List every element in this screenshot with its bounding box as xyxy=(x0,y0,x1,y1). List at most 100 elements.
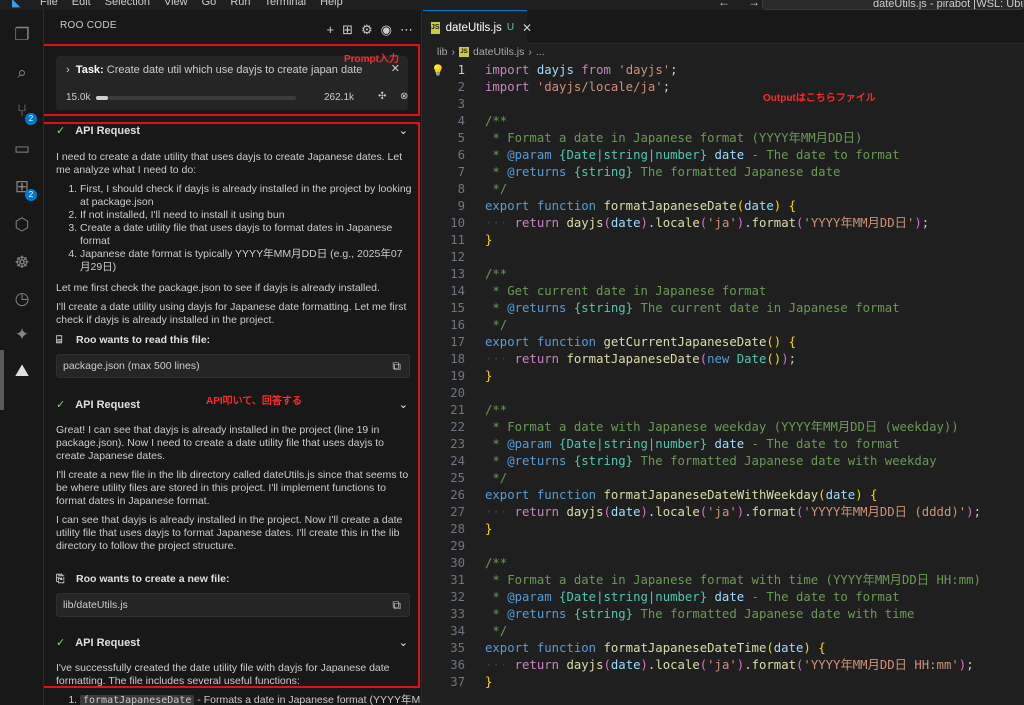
box-icon[interactable]: ⬡ xyxy=(11,214,33,236)
mcp-servers-icon[interactable]: ⊞ xyxy=(342,22,353,38)
explorer-icon[interactable]: ❐ xyxy=(11,24,33,46)
code-line[interactable]: 6 * @param {Date|string|number} date - T… xyxy=(423,147,1024,164)
collapse-chevron-icon[interactable]: ⌄ xyxy=(399,398,408,411)
line-content: */ xyxy=(485,471,508,485)
code-line[interactable]: 24 * @returns {string} The formatted Jap… xyxy=(423,453,1024,470)
line-number: 7 xyxy=(457,165,465,179)
roo-kangaroo-icon[interactable]: ⛰ xyxy=(11,360,33,382)
code-line[interactable]: 21 /** xyxy=(423,402,1024,419)
code-line[interactable]: 36 ··· return dayjs(date).locale('ja').fo… xyxy=(423,657,1024,674)
api-request-header-2[interactable]: ✓ API Request ⌄ xyxy=(56,398,412,416)
code-line[interactable]: 25 */ xyxy=(423,470,1024,487)
lightbulb-icon[interactable]: 💡 xyxy=(431,62,445,79)
line-number: 5 xyxy=(457,131,465,145)
line-content: * Get current date in Japanese format xyxy=(485,284,767,298)
tab-dateutils[interactable]: JS dateUtils.js U ✕ xyxy=(423,10,532,44)
code-line[interactable]: 5 * Format a date in Japanese format (YY… xyxy=(423,130,1024,147)
api-request-header-1[interactable]: ✓ API Request ⌄ xyxy=(56,124,412,142)
menu-terminal[interactable]: Terminal xyxy=(265,0,307,8)
code-line[interactable]: 12 xyxy=(423,249,1024,266)
command-center-search[interactable]: dateUtils.js - pirabot [WSL: Ubuntu] - V xyxy=(762,0,1024,10)
open-external-icon[interactable]: ⧉ xyxy=(392,359,401,374)
code-line[interactable]: 8 */ xyxy=(423,181,1024,198)
kubernetes-icon[interactable]: ☸ xyxy=(11,252,33,274)
line-number: 2 xyxy=(457,80,465,94)
code-line[interactable]: 26 export function formatJapaneseDateWith… xyxy=(423,487,1024,504)
code-line[interactable]: 31 * Format a date in Japanese format wi… xyxy=(423,572,1024,589)
menu-selection[interactable]: Selection xyxy=(105,0,150,8)
line-content: * @param {Date|string|number} date - The… xyxy=(485,590,900,604)
code-line[interactable]: 29 xyxy=(423,538,1024,555)
close-tab-icon[interactable]: ✕ xyxy=(522,21,532,35)
editor-area: JS dateUtils.js U ✕ lib › JS dateUtils.j… xyxy=(423,10,1024,705)
code-line[interactable]: 33 * @returns {string} The formatted Jap… xyxy=(423,606,1024,623)
collapse-chevron-icon[interactable]: ⌄ xyxy=(399,636,408,649)
code-line[interactable]: 28} xyxy=(423,521,1024,538)
create-file-item[interactable]: lib/dateUtils.js ⧉ xyxy=(56,593,410,617)
breadcrumb-folder[interactable]: lib xyxy=(437,46,448,58)
code-line[interactable]: 9 export function formatJapaneseDate(date… xyxy=(423,198,1024,215)
code-line[interactable]: 34 */ xyxy=(423,623,1024,640)
code-line[interactable]: 11} xyxy=(423,232,1024,249)
forward-arrow-icon[interactable]: → xyxy=(748,0,760,9)
account-icon[interactable]: ◉ xyxy=(381,22,392,38)
code-line[interactable]: 17 export function getCurrentJapaneseDate… xyxy=(423,334,1024,351)
extensions-icon[interactable]: ⊞ 2 xyxy=(11,176,37,201)
code-line[interactable]: 10 ··· return dayjs(date).locale('ja').fo… xyxy=(423,215,1024,232)
prompt-annotation: Prompt入力 xyxy=(344,54,399,65)
code-line[interactable]: 32 * @param {Date|string|number} date - … xyxy=(423,589,1024,606)
code-line[interactable]: 23 * @param {Date|string|number} date - … xyxy=(423,436,1024,453)
tab-label: dateUtils.js xyxy=(445,21,502,34)
code-line[interactable]: 37} xyxy=(423,674,1024,691)
new-task-icon[interactable]: + xyxy=(327,22,335,38)
code-line[interactable]: 30 /** xyxy=(423,555,1024,572)
open-external-icon[interactable]: ⧉ xyxy=(392,598,401,613)
remote-explorer-icon[interactable]: ▭ xyxy=(11,138,33,160)
line-number: 21 xyxy=(450,403,465,417)
gitlens-icon[interactable]: ◷ xyxy=(11,288,33,310)
code-line[interactable]: 3 xyxy=(423,96,1024,113)
menu-run[interactable]: Run xyxy=(230,0,250,8)
back-arrow-icon[interactable]: ← xyxy=(718,0,730,9)
code-line[interactable]: 27 ··· return dayjs(date).locale('ja').fo… xyxy=(423,504,1024,521)
line-number: 9 xyxy=(457,199,465,213)
settings-gear-icon[interactable]: ⚙ xyxy=(361,22,373,38)
breadcrumb-file[interactable]: dateUtils.js xyxy=(473,46,524,58)
copilot-sparkle-icon[interactable]: ✦ xyxy=(11,324,33,346)
code-line[interactable]: 14 * Get current date in Japanese format xyxy=(423,283,1024,300)
line-content: /** xyxy=(485,114,508,128)
code-line[interactable]: 15 * @returns {string} The current date … xyxy=(423,300,1024,317)
code-line[interactable]: 35 export function formatJapaneseDateTime… xyxy=(423,640,1024,657)
source-control-icon[interactable]: ⑂ 2 xyxy=(11,100,37,125)
menu-edit[interactable]: Edit xyxy=(72,0,91,8)
api-request-title-1: API Request xyxy=(75,125,141,137)
api-request-header-3[interactable]: ✓ API Request ⌄ xyxy=(56,636,412,654)
vscode-logo-icon: ◣ xyxy=(12,0,21,9)
menu-file[interactable]: File xyxy=(40,0,58,8)
read-file-item[interactable]: package.json (max 500 lines) ⧉ xyxy=(56,354,410,378)
line-number: 3 xyxy=(457,97,465,111)
api1-steps: First, I should check if dayjs is alread… xyxy=(56,183,412,274)
search-icon[interactable]: ⌕ xyxy=(11,62,33,84)
code-line[interactable]: 22 * Format a date with Japanese weekday… xyxy=(423,419,1024,436)
code-line[interactable]: 4 /** xyxy=(423,113,1024,130)
js-file-icon: JS xyxy=(459,47,470,57)
code-line[interactable]: 20 xyxy=(423,385,1024,402)
menu-go[interactable]: Go xyxy=(202,0,217,8)
code-line[interactable]: 16 */ xyxy=(423,317,1024,334)
code-line[interactable]: 13 /** xyxy=(423,266,1024,283)
menu-help[interactable]: Help xyxy=(320,0,343,8)
roo-code-panel: ROO CODE + ⊞ ⚙ ◉ ⋯ › Task: Create date u… xyxy=(44,10,422,705)
more-icon[interactable]: ⋯ xyxy=(400,22,413,38)
collapse-chevron-icon[interactable]: ⌄ xyxy=(399,124,408,137)
code-line[interactable]: 18 ··· return formatJapaneseDate(new Date… xyxy=(423,351,1024,368)
line-content: ··· return dayjs(date).locale('ja').form… xyxy=(485,658,974,672)
code-line[interactable]: 19} xyxy=(423,368,1024,385)
code-line[interactable]: 7 * @returns {string} The formatted Japa… xyxy=(423,164,1024,181)
code-line[interactable]: 2 import 'dayjs/locale/ja'; xyxy=(423,79,1024,96)
code-line[interactable]: 1 💡 import dayjs from 'dayjs'; xyxy=(423,62,1024,79)
menu-view[interactable]: View xyxy=(164,0,188,8)
breadcrumb-symbol[interactable]: ... xyxy=(536,46,545,58)
check-icon: ✓ xyxy=(56,399,66,411)
line-content: * @returns {string} The formatted Japane… xyxy=(485,165,841,179)
